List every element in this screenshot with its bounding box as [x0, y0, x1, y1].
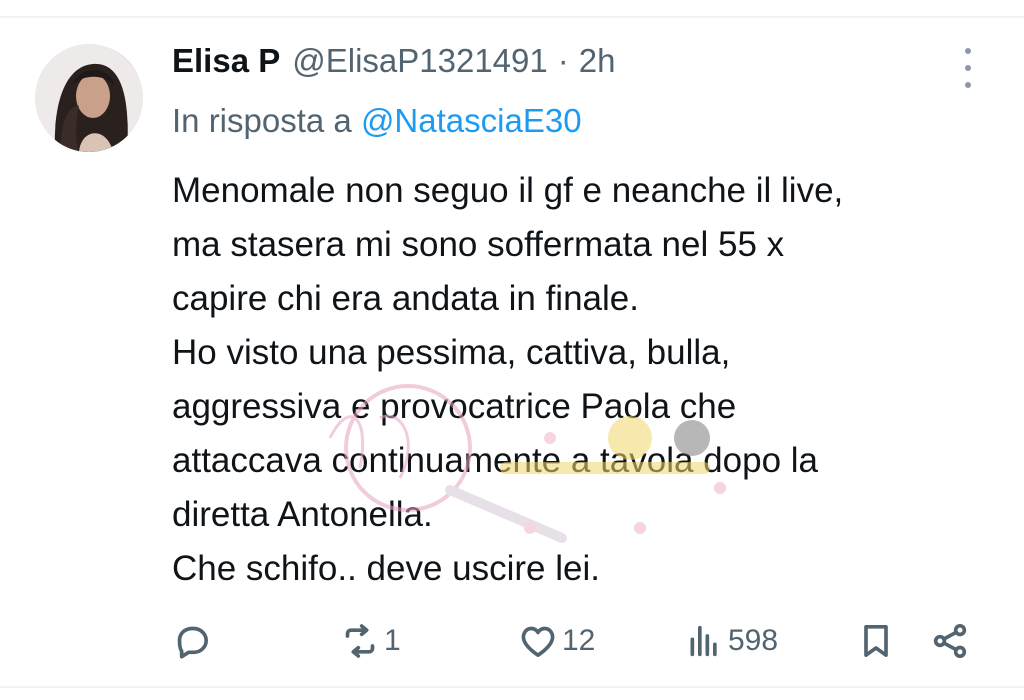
tweet-header: Elisa P @ElisaP1321491 · 2h [172, 42, 615, 86]
author-name[interactable]: Elisa P [172, 42, 280, 80]
share-button[interactable] [930, 616, 970, 666]
tweet-text: Menomale non seguo il gf e neanche il li… [172, 171, 844, 588]
views-button[interactable]: 598 [684, 616, 778, 666]
reply-context: In risposta a @NatasciaE30 [172, 102, 582, 140]
like-count: 12 [562, 624, 596, 657]
reply-mention-link[interactable]: @NatasciaE30 [361, 102, 582, 139]
bookmark-icon [864, 625, 888, 657]
timestamp[interactable]: 2h [579, 42, 616, 80]
bookmark-button[interactable] [856, 616, 896, 666]
author-handle[interactable]: @ElisaP1321491 [292, 42, 548, 80]
retweet-icon [345, 624, 375, 658]
retweet-button[interactable]: 1 [340, 616, 401, 666]
views-chart-icon [690, 625, 717, 657]
reply-button[interactable] [172, 616, 216, 666]
bottom-divider [0, 686, 1024, 688]
more-options-icon[interactable] [956, 48, 980, 88]
separator-dot: · [557, 42, 569, 79]
tweet-card[interactable]: Elisa P @ElisaP1321491 · 2h In risposta … [0, 18, 1024, 686]
comment-icon [177, 626, 209, 659]
share-icon [933, 624, 967, 658]
avatar-image [35, 44, 143, 152]
heart-icon [521, 626, 555, 657]
views-count: 598 [728, 624, 779, 657]
action-bar: 1 12 598 [0, 616, 1024, 666]
like-button[interactable]: 12 [518, 616, 595, 666]
retweet-count: 1 [384, 624, 401, 657]
reply-prefix: In risposta a [172, 102, 352, 139]
avatar[interactable] [35, 44, 143, 152]
